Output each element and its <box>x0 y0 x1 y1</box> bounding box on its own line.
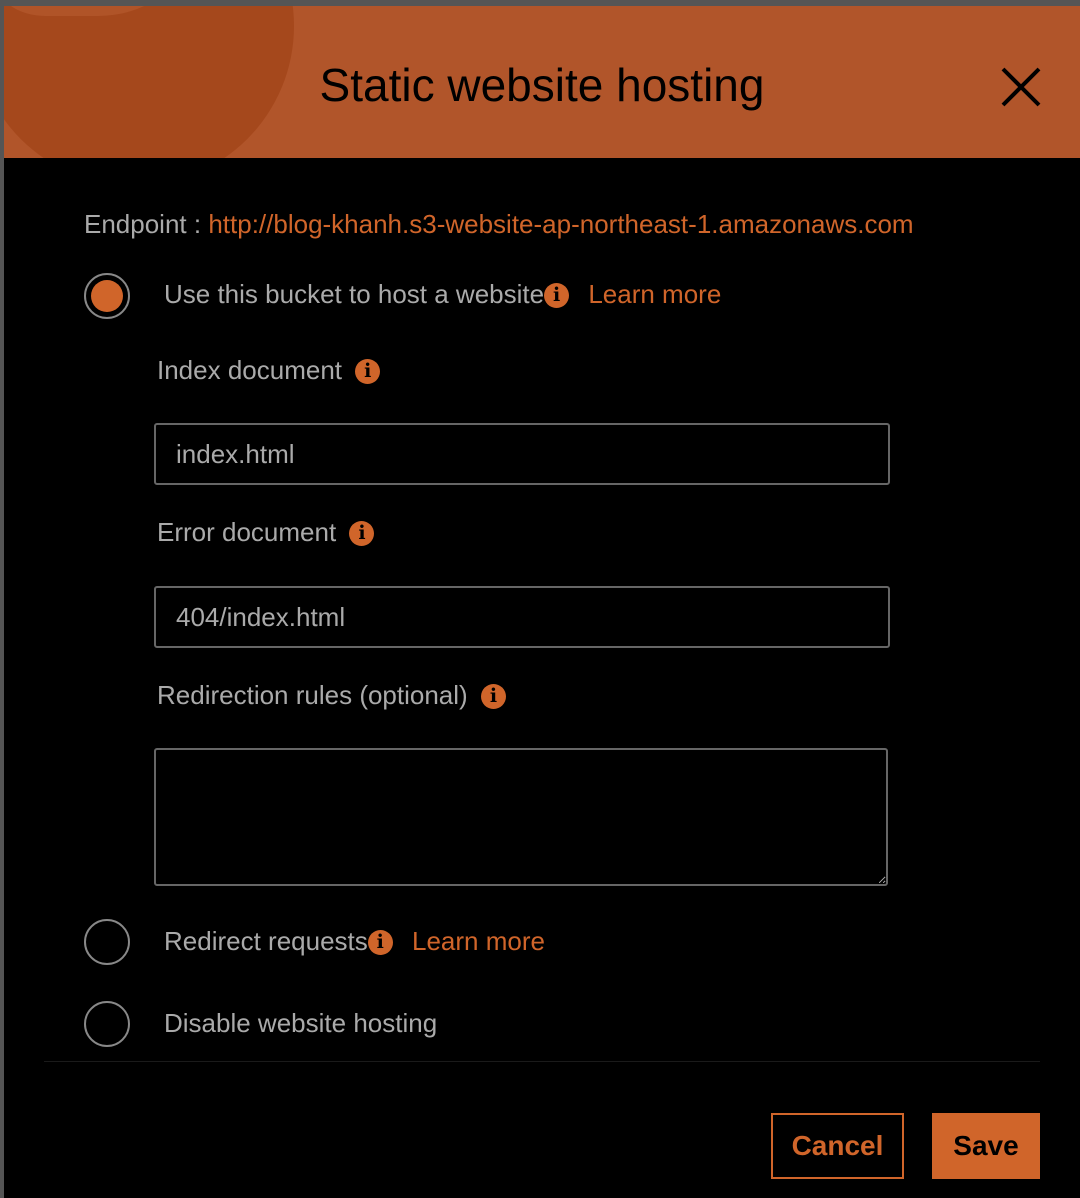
index-document-label: Index document i <box>157 355 381 386</box>
endpoint-link[interactable]: http://blog-khanh.s3-website-ap-northeas… <box>208 209 913 239</box>
learn-more-link[interactable]: Learn more <box>588 279 721 309</box>
label-text: Redirection rules (optional) <box>157 680 468 710</box>
endpoint-label: Endpoint : <box>84 209 202 239</box>
endpoint: Endpoint : http://blog-khanh.s3-website-… <box>84 209 914 240</box>
info-icon[interactable]: i <box>355 359 381 384</box>
save-button[interactable]: Save <box>932 1113 1040 1179</box>
option-host-website: Use this bucket to host a website i Learn… <box>164 279 721 310</box>
option-disable-hosting: Disable website hosting <box>164 1008 438 1038</box>
option-label: Use this bucket to host a website <box>164 279 545 309</box>
redirection-rules-textarea[interactable] <box>154 748 888 886</box>
info-icon[interactable]: i <box>544 283 570 308</box>
radio-redirect-requests[interactable] <box>84 919 130 965</box>
info-icon[interactable]: i <box>349 521 375 546</box>
label-text: Error document <box>157 517 337 547</box>
dialog-header: Static website hosting <box>4 6 1080 158</box>
info-icon[interactable]: i <box>367 930 393 955</box>
info-icon[interactable]: i <box>480 684 506 709</box>
dialog-title: Static website hosting <box>319 59 765 111</box>
divider <box>44 1061 1040 1062</box>
label-text: Index document <box>157 355 343 385</box>
close-icon[interactable] <box>996 62 1046 112</box>
redirection-rules-label: Redirection rules (optional) i <box>157 680 506 711</box>
learn-more-link[interactable]: Learn more <box>412 926 545 956</box>
index-document-input[interactable] <box>154 423 890 485</box>
error-document-label: Error document i <box>157 517 375 548</box>
option-label: Redirect requests <box>164 926 368 956</box>
error-document-input[interactable] <box>154 586 890 648</box>
option-redirect-requests: Redirect requests i Learn more <box>164 926 545 957</box>
cancel-button[interactable]: Cancel <box>771 1113 904 1179</box>
radio-disable-hosting[interactable] <box>84 1001 130 1047</box>
radio-host-website[interactable] <box>84 273 130 319</box>
